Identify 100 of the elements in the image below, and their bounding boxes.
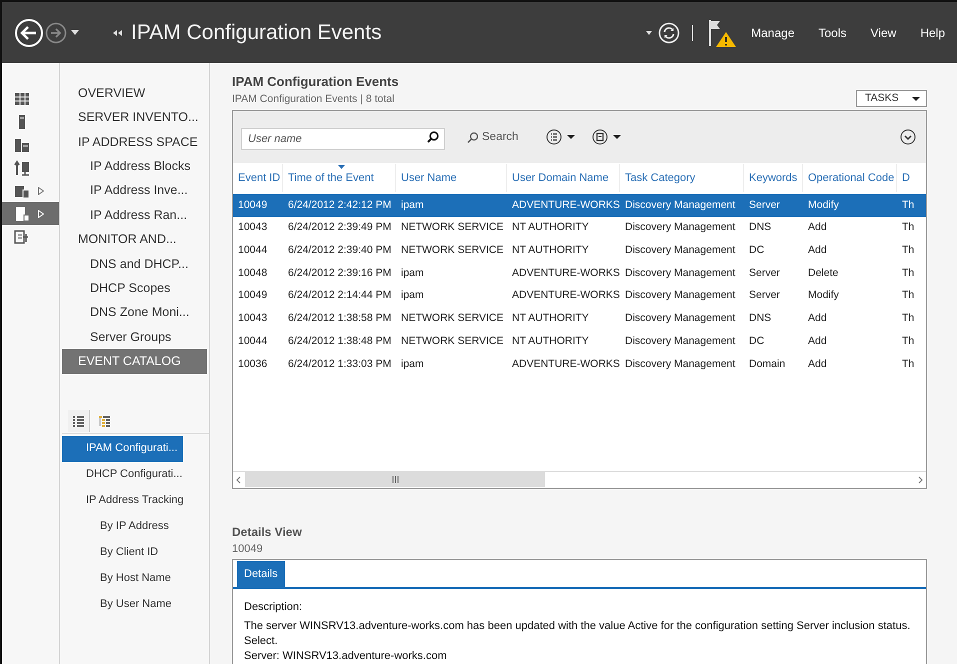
- table-cell-text: NETWORK SERVICE: [400, 243, 504, 258]
- doc-icon: [14, 206, 30, 222]
- table-cell-text: ADVENTURE-WORKS: [511, 288, 620, 304]
- details-tab[interactable]: Details: [237, 561, 285, 587]
- back-icon[interactable]: [14, 18, 44, 48]
- menu-item[interactable]: Help: [920, 24, 945, 42]
- tree-icon: [98, 414, 111, 428]
- list-icon: [72, 414, 85, 428]
- table-cell-text: ADVENTURE-WORKS: [511, 198, 620, 213]
- menu-item[interactable]: Tools: [818, 24, 847, 42]
- table-cell-text: ipam: [400, 266, 425, 281]
- table-cell-text: Th: [901, 334, 916, 349]
- expand-chevron-icon[interactable]: [900, 129, 916, 146]
- column-header[interactable]: D: [897, 164, 926, 192]
- description-label: Description:: [244, 600, 304, 615]
- table-cell-text: Discovery Management: [624, 266, 736, 281]
- dropdown-caret-icon[interactable]: [71, 30, 79, 35]
- nav-item[interactable]: EVENT CATALOG: [62, 349, 207, 374]
- double-arrow-icon[interactable]: [113, 30, 123, 36]
- menu-item[interactable]: Manage: [751, 24, 794, 42]
- event-id: 10049: [232, 542, 264, 556]
- description-text: Select.: [244, 634, 279, 649]
- rail-item[interactable]: [2, 202, 59, 225]
- table-row[interactable]: 10049 6/24/2012 2:14:44 PM ipam ADVENTURE-WORKS Discovery Management Server Modify Th: [233, 285, 926, 308]
- nav-item[interactable]: By User Name: [62, 592, 209, 618]
- table-cell-text: NT AUTHORITY: [511, 334, 590, 349]
- nav-item[interactable]: IP Address Ran...: [62, 202, 209, 228]
- list-options-icon[interactable]: [546, 129, 576, 146]
- table-icon: [14, 90, 30, 106]
- dropdown-caret-icon[interactable]: [646, 30, 652, 34]
- table-cell-text: Modify: [807, 288, 840, 304]
- nav-item[interactable]: IP ADDRESS SPACE: [62, 130, 209, 154]
- notification-flag-icon[interactable]: [707, 18, 738, 48]
- nav-item[interactable]: By Host Name: [62, 566, 209, 592]
- table-cell-text: 6/24/2012 2:14:44 PM: [287, 288, 392, 304]
- table-cell-text: Add: [807, 356, 828, 372]
- table-cell-text: Discovery Management: [624, 334, 736, 349]
- nav-item[interactable]: DHCP Scopes: [62, 276, 209, 301]
- table-cell-text: Domain: [748, 356, 786, 372]
- table-cell-text: Th: [901, 198, 916, 213]
- table-row[interactable]: 10049 6/24/2012 2:42:12 PM ipam ADVENTURE-WORKS Discovery Management Server Modify Th: [233, 194, 926, 217]
- horizontal-scrollbar[interactable]: [233, 470, 926, 488]
- column-header[interactable]: Event ID: [233, 164, 283, 192]
- column-header[interactable]: Task Category: [620, 164, 744, 192]
- nav-item[interactable]: Server Groups: [62, 324, 209, 350]
- table-cell-text: 10049: [237, 288, 268, 304]
- nav-item[interactable]: MONITOR AND...: [62, 227, 209, 252]
- column-header[interactable]: Operational Code: [803, 164, 897, 192]
- table-cell-text: DC: [748, 334, 766, 349]
- table-cell-text: Delete: [807, 266, 840, 281]
- grip-icon: [392, 476, 398, 483]
- scrollbar-thumb[interactable]: [245, 472, 545, 487]
- table-cell-text: ADVENTURE-WORKS: [511, 266, 620, 281]
- page-title: IPAM Configuration Events: [131, 20, 382, 46]
- table-cell-text: 10036: [237, 356, 268, 372]
- nav-item[interactable]: By Client ID: [62, 540, 209, 566]
- search-field[interactable]: User name: [241, 128, 445, 150]
- table-row[interactable]: 10043 6/24/2012 2:39:49 PM NETWORK SERVICE NT AUTHORITY Discovery Management DNS Add Th: [233, 216, 926, 240]
- menu-item[interactable]: View: [870, 24, 896, 42]
- table-row[interactable]: 10044 6/24/2012 1:38:48 PM NETWORK SERVICE NT AUTHORITY Discovery Management DC Add Th: [233, 330, 926, 354]
- refresh-icon[interactable]: [658, 22, 680, 44]
- search-button[interactable]: Search: [467, 128, 518, 146]
- table-row[interactable]: 10044 6/24/2012 2:39:40 PM NETWORK SERVICE NT AUTHORITY Discovery Management DC Add Th: [233, 240, 926, 262]
- nav-item[interactable]: DNS and DHCP...: [62, 252, 209, 276]
- table-cell-text: Discovery Management: [624, 311, 736, 326]
- table-cell-text: ipam: [400, 288, 425, 304]
- table-row[interactable]: 10048 6/24/2012 2:39:16 PM ipam ADVENTURE-WORKS Discovery Management Server Delete Th: [233, 262, 926, 285]
- column-header[interactable]: Keywords: [744, 164, 803, 192]
- table-cell-text: 10044: [237, 334, 268, 349]
- nav-item[interactable]: IP Address Inve...: [62, 178, 209, 203]
- table-cell-text: 6/24/2012 2:39:40 PM: [287, 243, 392, 258]
- table-cell-text: Add: [807, 243, 828, 258]
- table-row[interactable]: 10036 6/24/2012 1:33:03 PM ipam ADVENTURE-WORKS Discovery Management Domain Add Th: [233, 353, 926, 376]
- table-cell-text: Th: [901, 266, 916, 281]
- column-header[interactable]: User Domain Name: [507, 164, 620, 192]
- section-title: IPAM Configuration Events: [232, 73, 400, 91]
- nav-item[interactable]: DHCP Configurati...: [62, 462, 209, 488]
- nav-item[interactable]: IPAM Configurati...: [62, 436, 183, 462]
- column-header[interactable]: User Name: [396, 164, 507, 192]
- nav-item[interactable]: IP Address Tracking: [62, 488, 209, 514]
- table-cell-text: 10043: [237, 220, 268, 236]
- table-cell-text: 6/24/2012 1:38:58 PM: [287, 311, 392, 326]
- table-cell-text: Discovery Management: [624, 198, 736, 213]
- column-header[interactable]: Time of the Event: [283, 164, 396, 192]
- nav-item[interactable]: IP Address Blocks: [62, 154, 209, 179]
- section-subtitle: IPAM Configuration Events | 8 total: [232, 92, 396, 106]
- table-cell-text: DC: [748, 243, 766, 258]
- nav-item[interactable]: DNS Zone Moni...: [62, 300, 209, 325]
- table-cell-text: Th: [901, 220, 916, 236]
- expand-arrow-icon: [38, 186, 44, 194]
- table-cell-text: Discovery Management: [624, 220, 736, 236]
- nav-item[interactable]: SERVER INVENTO...: [62, 105, 209, 130]
- view-tab[interactable]: [68, 410, 90, 432]
- dropdown-caret-icon: [912, 96, 920, 101]
- tasks-button[interactable]: TASKS: [856, 90, 927, 108]
- table-cell-text: DNS: [748, 220, 772, 236]
- table-cell-text: 10048: [237, 266, 268, 281]
- nav-item[interactable]: OVERVIEW: [62, 81, 209, 106]
- nav-item[interactable]: By IP Address: [62, 514, 209, 540]
- table-row[interactable]: 10043 6/24/2012 1:38:58 PM NETWORK SERVICE NT AUTHORITY Discovery Management DNS Add Th: [233, 308, 926, 330]
